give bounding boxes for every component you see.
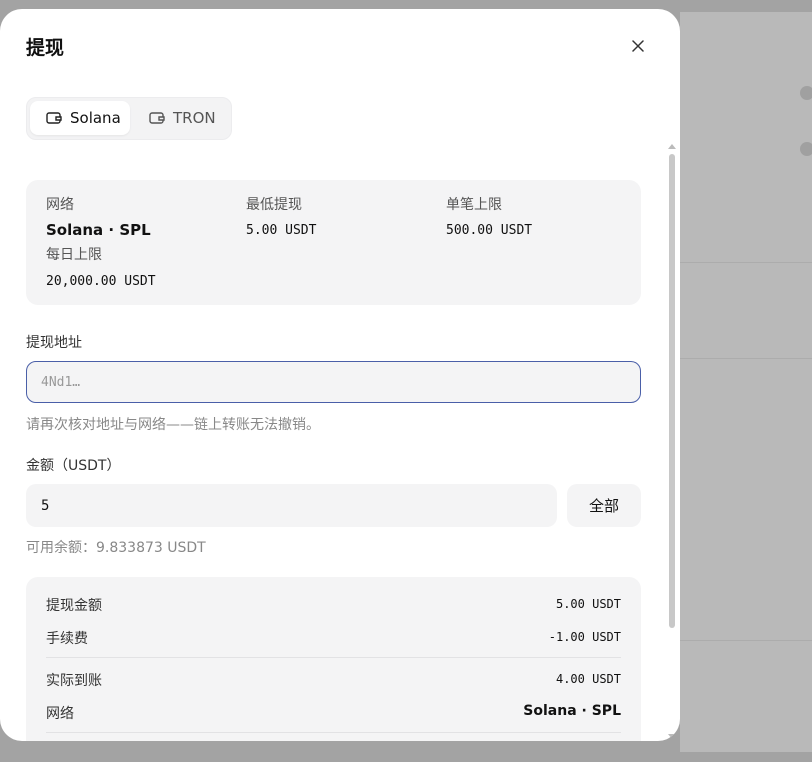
wallet-icon <box>46 112 62 124</box>
network-label: 网络 <box>46 197 74 213</box>
amount-label: 金额（USDT） <box>26 458 121 474</box>
summary-amount-value: 5.00 USDT <box>555 597 621 611</box>
network-info-card: 网络 Solana · SPL 每日上限 20,000.00 USDT 最低提现… <box>26 180 641 305</box>
withdraw-dialog: 提现 Solana TRON 网络 Solana · SPL 每日上限 20,0… <box>0 9 680 741</box>
dialog-title: 提现 <box>26 37 65 59</box>
daily-limit-value: 20,000.00 USDT <box>46 274 156 289</box>
network-value: Solana · SPL <box>46 221 151 239</box>
single-limit-value: 500.00 USDT <box>446 223 533 238</box>
background-divider <box>680 640 812 641</box>
background-divider <box>680 262 812 263</box>
tab-solana[interactable]: Solana <box>30 101 130 135</box>
summary-fee-label: 手续费 <box>46 631 88 647</box>
scrollbar[interactable] <box>666 144 678 741</box>
summary-card: 提现金额 5.00 USDT 手续费 -1.00 USDT 实际到账 4.00 … <box>26 577 641 741</box>
all-amount-button[interactable]: 全部 <box>567 484 641 527</box>
tab-label: TRON <box>173 109 216 127</box>
tab-tron[interactable]: TRON <box>133 101 229 135</box>
background-divider <box>680 358 812 359</box>
background-page <box>680 12 812 752</box>
close-icon <box>632 40 644 52</box>
summary-divider <box>46 732 621 733</box>
summary-fee-value: -1.00 USDT <box>548 630 621 644</box>
network-tabs: Solana TRON <box>26 97 232 140</box>
background-icon <box>800 86 812 100</box>
summary-divider <box>46 657 621 658</box>
available-balance: 可用余额：9.833873 USDT <box>26 540 206 556</box>
scroll-down-icon[interactable] <box>668 734 676 739</box>
min-withdraw-label: 最低提现 <box>246 197 302 213</box>
scroll-up-icon[interactable] <box>668 144 676 149</box>
tab-label: Solana <box>70 109 121 127</box>
summary-network-label: 网络 <box>46 706 74 722</box>
summary-amount-label: 提现金额 <box>46 598 102 614</box>
min-withdraw-value: 5.00 USDT <box>246 223 317 238</box>
daily-limit-label: 每日上限 <box>46 247 102 263</box>
wallet-icon <box>149 112 165 124</box>
close-button[interactable] <box>626 34 650 58</box>
background-icon <box>800 142 812 156</box>
single-limit-label: 单笔上限 <box>446 197 502 213</box>
summary-received-label: 实际到账 <box>46 673 102 689</box>
amount-input[interactable] <box>26 484 557 527</box>
address-label: 提现地址 <box>26 335 82 351</box>
summary-received-value: 4.00 USDT <box>555 672 621 686</box>
scrollbar-thumb[interactable] <box>669 154 675 628</box>
summary-network-value: Solana · SPL <box>523 703 621 719</box>
address-hint: 请再次核对地址与网络——链上转账无法撤销。 <box>26 417 320 433</box>
address-input[interactable] <box>26 361 641 403</box>
